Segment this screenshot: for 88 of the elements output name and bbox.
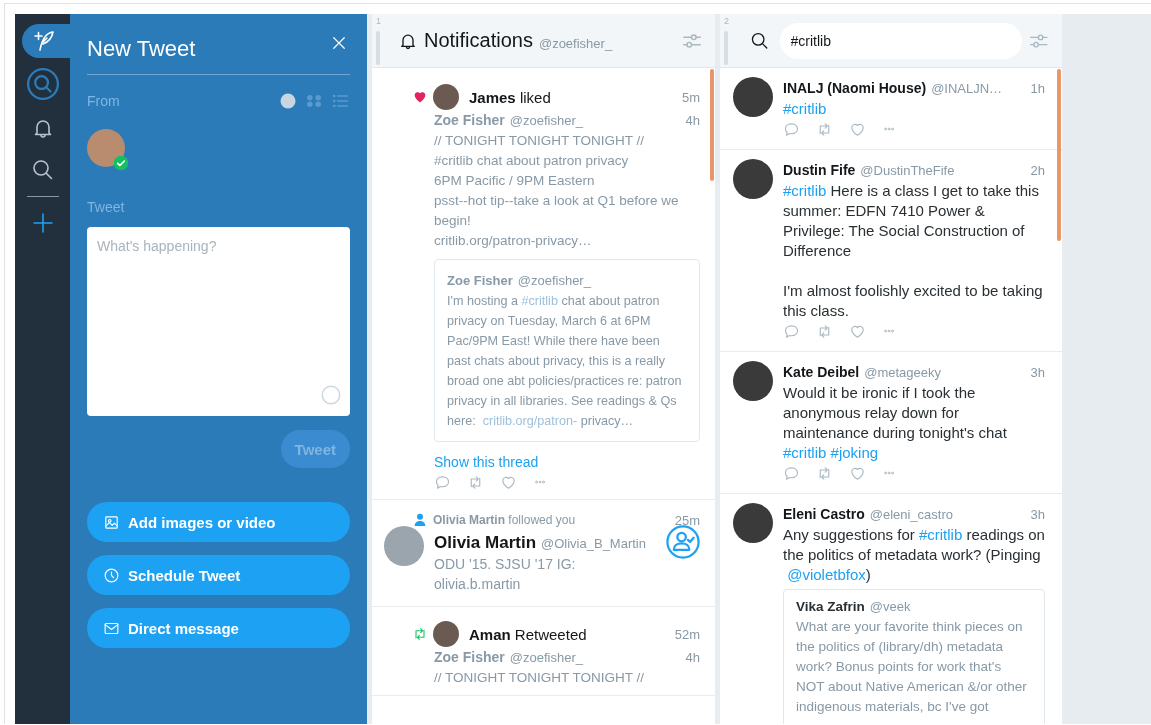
url-link[interactable]: critlib.org/patron- xyxy=(482,414,578,428)
user-bio: ODU '15. SJSU '17 IG: olivia.b.martin xyxy=(434,555,577,594)
search-field[interactable]: #critlib xyxy=(779,22,1023,59)
timestamp: 52m xyxy=(674,626,700,642)
column-number: 1 xyxy=(376,16,382,26)
notification-text: Olivia Martin followed you xyxy=(433,513,576,527)
tweet-text: What are your favorite think pieces on the politics of (library/dh) metadata work? Bonus points for work that's NOT about Native American &/or other indigenous materials, bc I've got xyxy=(796,618,1028,716)
tweet-text: // TONIGHT TONIGHT TONIGHT // xyxy=(434,669,646,687)
author-name[interactable]: Kate Deibel xyxy=(783,362,860,382)
compose-button[interactable] xyxy=(22,24,70,58)
clock-icon xyxy=(103,566,120,584)
avatar[interactable] xyxy=(733,159,773,199)
author-name[interactable]: Vika Zafrin xyxy=(796,597,865,617)
retweet-icon xyxy=(412,626,428,642)
search-icon xyxy=(749,30,770,51)
panel-title: New Tweet xyxy=(87,35,196,61)
user-name[interactable]: Olivia Martin xyxy=(434,533,537,553)
avatar[interactable] xyxy=(733,77,773,117)
author-handle[interactable]: @zoefisher_ xyxy=(509,111,583,131)
scrollbar-thumb[interactable] xyxy=(1057,69,1061,241)
column-number: 2 xyxy=(724,16,730,26)
image-icon xyxy=(103,513,120,531)
tweet-text: I'm hosting a #critlib chat about patron privacy on Tuesday, March 6 at 6PM Pac/9PM East! While there have been past chats about privacy, this is a really broad one abt policies/practices re: patron privacy in all libraries. See readings & Qs here: critlib.org/patron- privacy… xyxy=(447,293,683,430)
timestamp: 3h xyxy=(1030,364,1045,382)
scrollbar-thumb[interactable] xyxy=(710,69,714,181)
tweet-text: // TONIGHT TONIGHT TONIGHT // #critlib chat about patron privacy 6PM Pacific / 9PM Eastern psst--hot tip--take a look at Q1 before we begin! critlib.org/patron-privacy… xyxy=(434,132,680,250)
direct-message-button[interactable]: Direct message xyxy=(87,608,350,648)
author-name[interactable]: Eleni Castro xyxy=(783,504,865,524)
reply-icon[interactable] xyxy=(434,473,451,491)
author-handle[interactable]: @zoefisher_ xyxy=(517,271,591,291)
notification-text: Aman Retweeted xyxy=(469,625,588,643)
author-name[interactable]: Zoe Fisher xyxy=(434,647,505,667)
quoted-tweet[interactable] xyxy=(434,259,700,442)
timestamp: 5m xyxy=(681,89,700,105)
account-icon xyxy=(25,67,60,101)
tweet-text: #critlib Here is a class I get to take this summer: EDFN 7410 Power & Privilege: The Social Construction of Difference I'm almost foolishly excited to be taking this class. xyxy=(783,181,1044,321)
plus-icon xyxy=(30,211,55,235)
hashtag-link[interactable]: #critlib xyxy=(521,294,558,308)
hashtag-link[interactable]: #joking xyxy=(830,444,879,461)
reply-icon[interactable] xyxy=(783,464,800,482)
timestamp: 25m xyxy=(674,512,700,528)
reply-icon[interactable] xyxy=(783,322,800,340)
hashtag-link[interactable]: #critlib xyxy=(783,100,827,117)
timestamp: 3h xyxy=(1030,506,1045,524)
tweet-text: Would it be ironic if I took the anonymous relay down for maintenance during tonight's chat #critlib #joking xyxy=(783,383,1008,463)
schedule-button[interactable]: Schedule Tweet xyxy=(87,555,350,595)
column-title: Notifications xyxy=(424,29,533,52)
follow-icon[interactable] xyxy=(666,525,700,559)
add-media-button[interactable]: Add images or video xyxy=(87,502,350,542)
author-handle[interactable]: @DustinTheFife xyxy=(860,161,955,181)
author-name[interactable]: INALJ (Naomi House) xyxy=(783,78,927,98)
timestamp: 1h xyxy=(1030,80,1045,98)
author-handle[interactable]: @metageeky xyxy=(864,363,942,383)
show-thread-link[interactable]: Show this thread xyxy=(434,452,539,472)
timestamp: 4h xyxy=(685,112,700,130)
character-count-icon xyxy=(320,384,342,406)
author-name[interactable]: Zoe Fisher xyxy=(447,271,513,291)
close-icon[interactable] xyxy=(330,34,348,52)
field-label: Tweet xyxy=(87,199,126,215)
notification-text: James liked xyxy=(469,88,552,106)
field-label: From xyxy=(87,93,120,109)
author-name[interactable]: Dustin Fife xyxy=(783,160,856,180)
search-icon xyxy=(30,158,55,182)
reply-icon[interactable] xyxy=(783,120,800,138)
timestamp: 2h xyxy=(1030,162,1045,180)
author-handle[interactable]: @eleni_castro xyxy=(869,505,953,525)
mention-link[interactable]: @violetbfox xyxy=(787,566,866,583)
avatar[interactable] xyxy=(733,503,773,543)
hashtag-link[interactable]: #critlib xyxy=(783,444,827,461)
user-handle[interactable]: @Olivia_B_Martin xyxy=(541,534,646,554)
avatar[interactable] xyxy=(433,621,459,647)
tweet-text: Any suggestions for #critlib readings on the politics of metadata work? (Pinging @violetbfox) xyxy=(783,525,1045,585)
avatar[interactable] xyxy=(733,361,773,401)
tweet-input-field[interactable]: What's happening? xyxy=(87,227,350,416)
hashtag-link[interactable]: #critlib xyxy=(918,526,963,543)
author-name[interactable]: Zoe Fisher xyxy=(434,110,505,130)
author-handle[interactable]: @veek xyxy=(869,597,911,617)
avatar[interactable] xyxy=(433,84,459,110)
author-handle[interactable]: @INALJN… xyxy=(931,79,1003,99)
quoted-tweet[interactable]: Vika Zafrin @veek What are your favorite think pieces on the politics of (library/dh) metadata work? Bonus points for work that's NOT about Native American &/or other indigenous materials, bc I've got xyxy=(783,589,1045,724)
compose-icon xyxy=(32,29,56,53)
hashtag-link[interactable]: #critlib xyxy=(783,182,827,199)
account-handle: @zoefisher_ xyxy=(538,35,614,51)
timestamp: 4h xyxy=(685,649,700,667)
author-handle[interactable]: @zoefisher_ xyxy=(509,648,583,668)
person-icon xyxy=(412,512,428,528)
heart-icon xyxy=(412,89,428,105)
circle-icon[interactable] xyxy=(278,91,298,111)
